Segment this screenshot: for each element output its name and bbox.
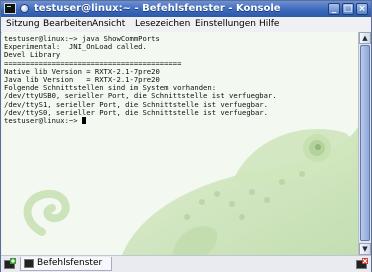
menu-sitzung[interactable]: Sitzung: [6, 17, 40, 32]
konsole-window: testuser@linux:~ - Befehlsfenster - Kons…: [0, 0, 372, 272]
menu-hilfe[interactable]: Hilfe: [259, 17, 279, 32]
new-session-icon[interactable]: [4, 258, 16, 270]
prompt-text: testuser@linux:~>: [4, 115, 82, 125]
close-button[interactable]: ×: [356, 3, 368, 15]
terminal-text: testuser@linux:~> java ShowCommPorts Exp…: [4, 34, 356, 125]
minimize-button[interactable]: _: [328, 3, 340, 15]
menu-bearbeiten[interactable]: Bearbeiten: [43, 17, 92, 32]
vertical-scrollbar[interactable]: ▲ ▼: [358, 32, 371, 255]
terminal-icon: [24, 259, 34, 268]
scroll-down-button[interactable]: ▼: [359, 243, 371, 255]
menu-lesezeichen[interactable]: Lesezeichen: [135, 17, 190, 32]
title-bar[interactable]: testuser@linux:~ - Befehlsfenster - Kons…: [1, 1, 371, 17]
menu-ansicht[interactable]: Ansicht: [92, 17, 125, 32]
terminal-output[interactable]: testuser@linux:~> java ShowCommPorts Exp…: [2, 32, 358, 255]
menu-bar: Sitzung Bearbeiten Ansicht Lesezeichen E…: [1, 17, 371, 33]
scroll-up-button[interactable]: ▲: [359, 32, 371, 44]
terminal-icon[interactable]: [4, 3, 16, 14]
maximize-button[interactable]: □: [342, 3, 354, 15]
tab-befehlsfenster[interactable]: Befehlsfenster: [20, 257, 112, 271]
window-title: testuser@linux:~ - Befehlsfenster - Kons…: [34, 3, 281, 14]
menu-einstellungen[interactable]: Einstellungen: [195, 17, 256, 32]
scroll-thumb[interactable]: [360, 45, 370, 241]
close-session-icon[interactable]: [356, 258, 368, 270]
tab-label: Befehlsfenster: [37, 258, 103, 268]
text-cursor: [81, 116, 86, 124]
pin-icon[interactable]: [20, 4, 29, 13]
session-tab-bar: Befehlsfenster: [1, 255, 371, 272]
prompt-line[interactable]: testuser@linux:~>: [4, 115, 356, 125]
